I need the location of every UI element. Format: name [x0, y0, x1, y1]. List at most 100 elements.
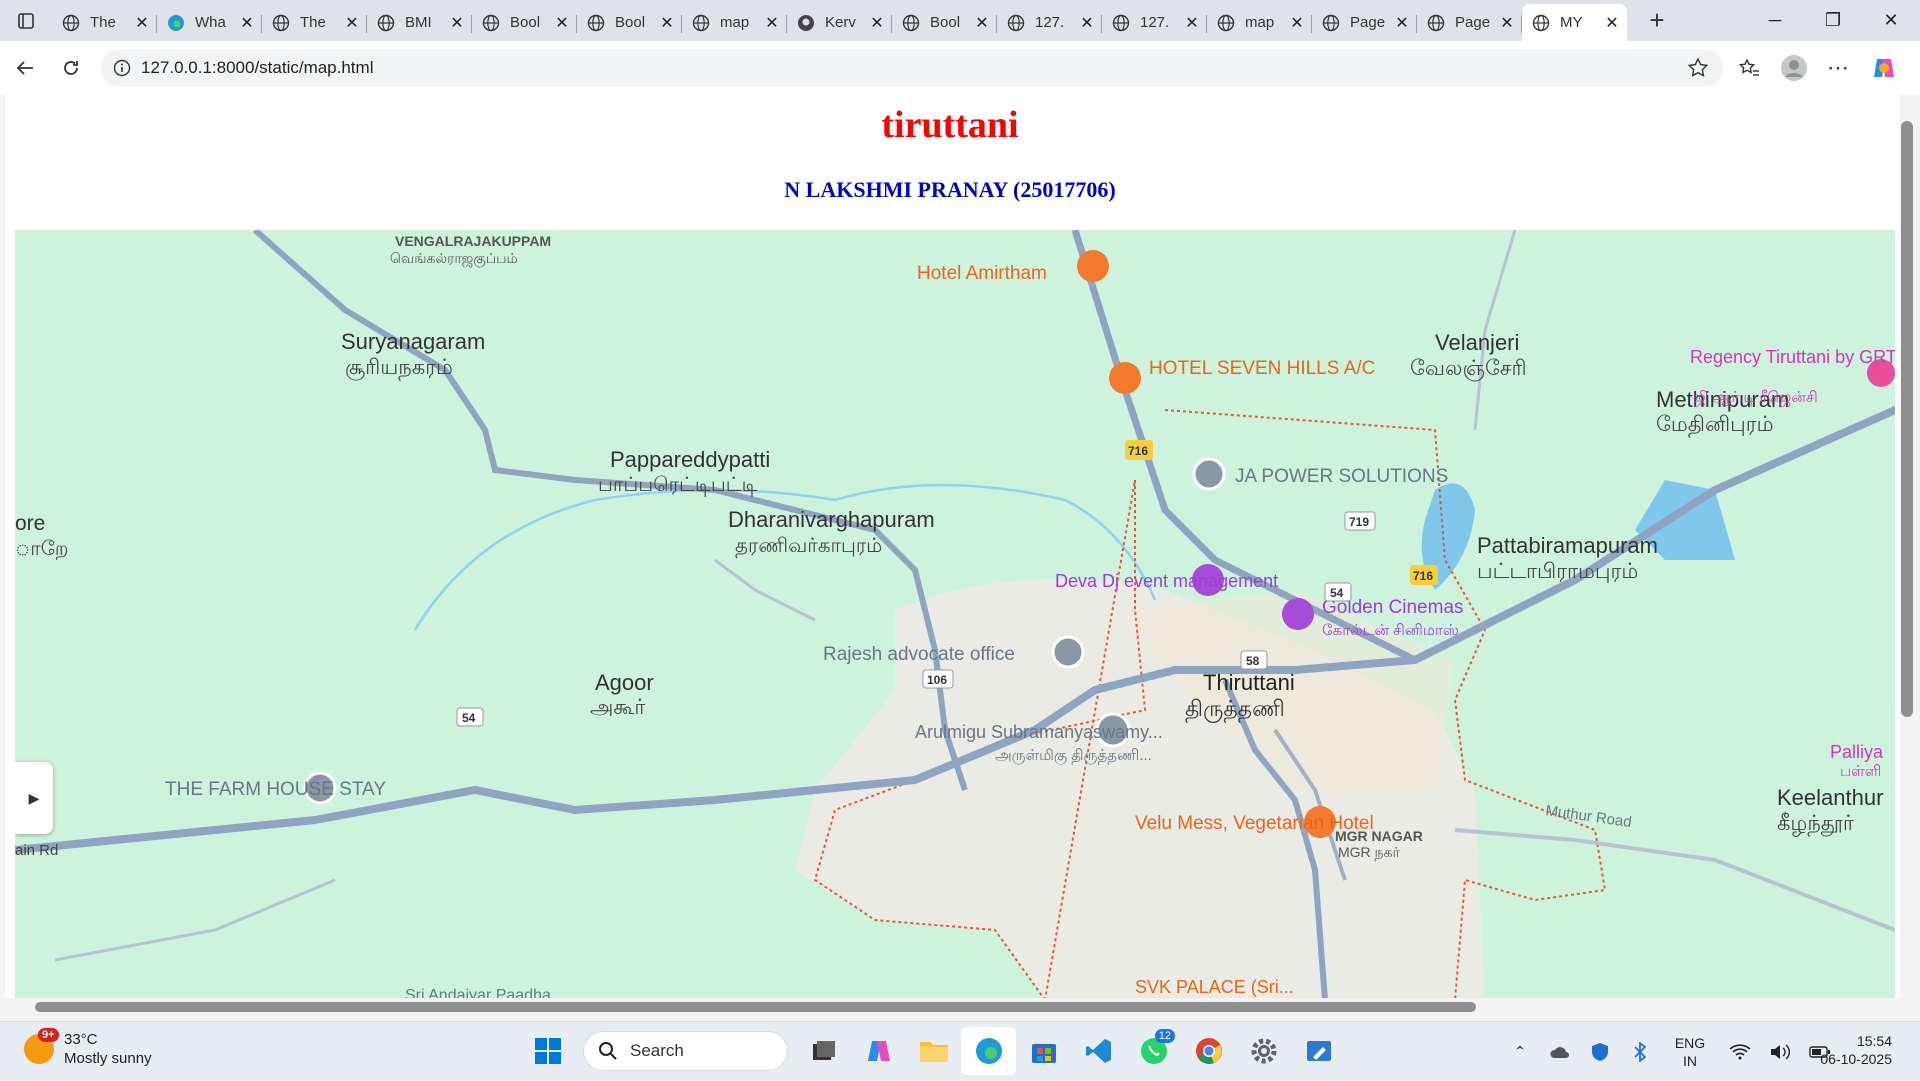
minimize-button[interactable]: ─: [1746, 0, 1804, 41]
browser-tab[interactable]: 127. ✕: [997, 6, 1102, 40]
tab-close-icon[interactable]: ✕: [660, 13, 674, 33]
favorites-button[interactable]: [1726, 48, 1771, 88]
poi-label: THE FARM HOUSE STAY: [165, 779, 386, 800]
task-view-button[interactable]: [796, 1027, 851, 1075]
map-view[interactable]: VENGALRAJAKUPPAM வெங்கல்ராஜகுப்பம் Surya…: [15, 230, 1895, 1000]
onedrive-button[interactable]: [1540, 1044, 1580, 1060]
tab-close-icon[interactable]: ✕: [1080, 13, 1094, 33]
tab-actions-button[interactable]: [0, 0, 52, 41]
favorite-star-icon[interactable]: [1687, 57, 1709, 79]
side-panel-toggle[interactable]: ▶: [15, 762, 53, 834]
tab-title: 127.: [1140, 14, 1170, 31]
weather-widget[interactable]: 9+ 33°C Mostly sunny: [24, 1028, 152, 1068]
cinema-pin-icon: [1282, 598, 1314, 630]
tab-close-icon[interactable]: ✕: [1290, 13, 1304, 33]
tab-title: map: [720, 14, 750, 31]
bluetooth-icon: [1634, 1041, 1647, 1062]
tab-close-icon[interactable]: ✕: [240, 13, 254, 33]
place-label: Palliya: [1830, 742, 1884, 762]
bluetooth-button[interactable]: [1620, 1041, 1660, 1062]
browser-tab[interactable]: BMI ✕: [367, 6, 472, 40]
globe-icon: [902, 14, 920, 32]
copilot-app-button[interactable]: [851, 1027, 906, 1075]
tab-title: Wha: [195, 14, 226, 31]
tab-close-icon[interactable]: ✕: [555, 13, 569, 33]
tab-close-icon[interactable]: ✕: [870, 13, 884, 33]
back-button[interactable]: [2, 48, 48, 88]
profile-button[interactable]: [1771, 48, 1816, 88]
tab-close-icon[interactable]: ✕: [1185, 13, 1199, 33]
whatsapp-badge: 12: [1154, 1029, 1175, 1043]
browser-tab[interactable]: Page ✕: [1417, 6, 1522, 40]
globe-icon: [1532, 14, 1550, 32]
url-input[interactable]: [141, 58, 1541, 78]
tab-title: Page: [1455, 14, 1491, 31]
security-button[interactable]: [1580, 1042, 1620, 1062]
place-label-local: சூரியநகரம்: [345, 356, 453, 381]
globe-icon: [1427, 14, 1445, 32]
language-indicator[interactable]: ENG IN: [1660, 1034, 1720, 1070]
browser-tab[interactable]: Bool ✕: [577, 6, 682, 40]
notification-badge: 9+: [38, 1028, 59, 1042]
address-bar[interactable]: [101, 49, 1723, 87]
chrome-app-button[interactable]: [1181, 1027, 1236, 1075]
system-tray: ⌃ ENG IN: [1500, 1022, 1840, 1081]
store-app-button[interactable]: [1016, 1027, 1071, 1075]
tab-close-icon[interactable]: ✕: [135, 13, 149, 33]
browser-tab[interactable]: map ✕: [1207, 6, 1312, 40]
tab-close-icon[interactable]: ✕: [765, 13, 779, 33]
restore-button[interactable]: ❐: [1804, 0, 1862, 41]
whatsapp-app-button[interactable]: 12: [1126, 1027, 1181, 1075]
browser-tab[interactable]: Bool ✕: [472, 6, 577, 40]
browser-tab[interactable]: Bool ✕: [892, 6, 997, 40]
folder-icon: [919, 1042, 948, 1062]
paint-app-button[interactable]: [1291, 1027, 1346, 1075]
file-explorer-button[interactable]: [906, 1027, 961, 1075]
window-controls: ─ ❐ ✕: [1746, 0, 1920, 41]
tab-close-icon[interactable]: ✕: [345, 13, 359, 33]
place-label-local: தரணிவர்காபுரம்: [735, 535, 882, 558]
tab-title: The: [300, 14, 326, 31]
poi-label: SVK PALACE (Sri...: [1135, 977, 1294, 997]
tab-close-icon[interactable]: ✕: [975, 13, 989, 33]
start-button[interactable]: [520, 1027, 575, 1075]
browser-tab[interactable]: The ✕: [262, 6, 367, 40]
settings-menu-button[interactable]: ⋯: [1816, 48, 1861, 88]
tab-close-icon[interactable]: ✕: [1500, 13, 1514, 33]
chrome-icon: [1195, 1038, 1222, 1064]
browser-tab[interactable]: MY ✕: [1522, 4, 1627, 41]
browser-tab[interactable]: Page ✕: [1312, 6, 1417, 40]
browser-tab[interactable]: The ✕: [52, 6, 157, 40]
tab-close-icon[interactable]: ✕: [1395, 13, 1409, 33]
copilot-button[interactable]: [1861, 48, 1906, 88]
vscode-app-button[interactable]: [1071, 1027, 1126, 1075]
map-canvas[interactable]: VENGALRAJAKUPPAM வெங்கல்ராஜகுப்பம் Surya…: [15, 230, 1895, 1000]
browser-tab[interactable]: Wha ✕: [157, 6, 262, 40]
settings-app-button[interactable]: [1236, 1027, 1291, 1075]
info-icon[interactable]: [113, 59, 131, 77]
browser-tab[interactable]: 127. ✕: [1102, 6, 1207, 40]
tab-close-icon[interactable]: ✕: [1605, 13, 1619, 33]
tab-close-icon[interactable]: ✕: [450, 13, 464, 33]
browser-tab[interactable]: Kerv ✕: [787, 6, 892, 40]
volume-button[interactable]: [1760, 1043, 1800, 1061]
copilot-icon: [1873, 59, 1894, 77]
reload-icon: [64, 61, 78, 75]
show-hidden-icons-button[interactable]: ⌃: [1500, 1043, 1540, 1060]
vertical-scroll-thumb[interactable]: [1901, 121, 1913, 717]
browser-tab[interactable]: map ✕: [682, 6, 787, 40]
taskbar-search[interactable]: Search: [583, 1031, 788, 1071]
clock[interactable]: 15:54 06-10-2025: [1820, 1032, 1892, 1068]
wifi-button[interactable]: [1720, 1043, 1760, 1061]
tab-strip: The ✕ Wha ✕ The ✕ BMI ✕ Bool ✕ Bool ✕ map ✕ Kerv ✕ Bool ✕…: [0, 0, 1920, 41]
reload-button[interactable]: [48, 48, 94, 88]
shield-icon: [1592, 1042, 1608, 1061]
close-window-button[interactable]: ✕: [1862, 0, 1920, 41]
tab-title: map: [1245, 14, 1275, 31]
new-tab-button[interactable]: +: [1637, 4, 1677, 38]
edge-app-button[interactable]: [961, 1027, 1016, 1075]
horizontal-scroll-thumb[interactable]: [35, 1002, 1476, 1012]
restaurant-pin-icon: [1109, 362, 1141, 394]
place-label: Agoor: [595, 670, 654, 695]
road-shield: 58: [1246, 654, 1260, 668]
